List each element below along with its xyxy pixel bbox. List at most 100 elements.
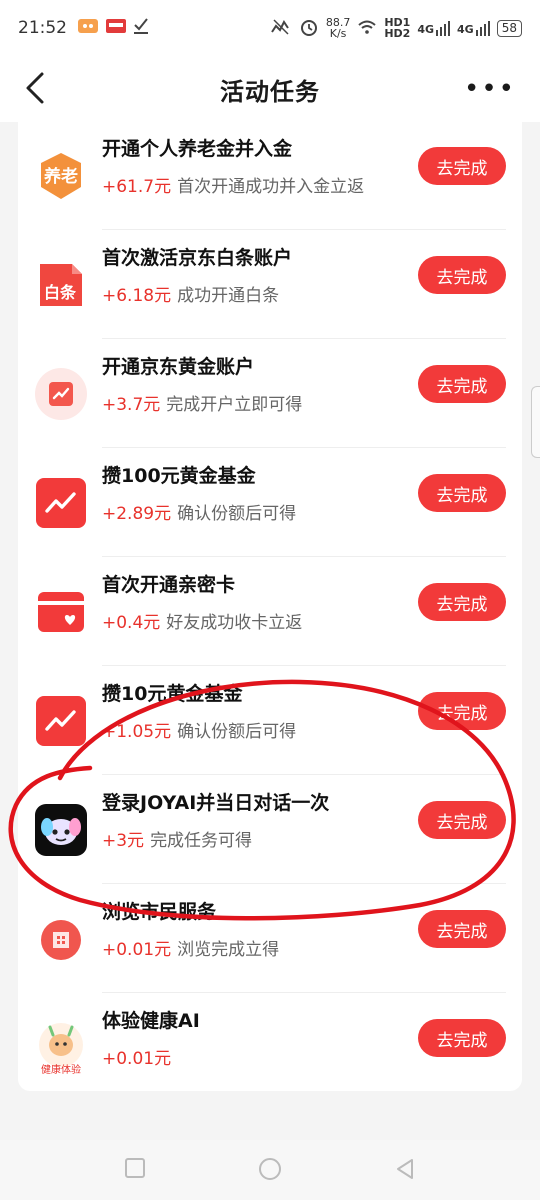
square-icon <box>125 1158 145 1178</box>
task-reward: +3.7元 <box>102 395 161 415</box>
svg-text:白条: 白条 <box>44 283 77 302</box>
task-description: 完成开户立即可得 <box>166 395 303 415</box>
battery-indicator: 58 <box>496 19 522 37</box>
signal-off-icon <box>270 18 292 39</box>
task-reward-line: +0.01元 浏览完成立得 <box>102 935 279 960</box>
scrollbar-thumb[interactable] <box>531 386 540 458</box>
health-ai-icon: 健康体验 <box>34 1021 88 1075</box>
task-reward-line: +0.01元 <box>102 1044 177 1069</box>
back-arrow-icon <box>26 72 44 104</box>
app-notification-icon <box>77 17 99 39</box>
task-reward: +6.18元 <box>102 286 172 306</box>
task-description: 好友成功收卡立返 <box>166 613 303 633</box>
joyai-icon <box>34 803 88 857</box>
triangle-back-icon <box>397 1159 413 1179</box>
more-options-button[interactable]: ••• <box>464 74 516 104</box>
alarm-icon <box>299 17 319 40</box>
complete-task-button[interactable]: 去完成 <box>418 692 506 730</box>
task-row: 养老 开通个人养老金并入金 +61.7元 首次开通成功并入金立返 去完成 <box>18 122 522 230</box>
intimate-card-icon <box>34 585 88 639</box>
wifi-icon <box>357 19 377 38</box>
back-nav-button[interactable] <box>394 1157 416 1185</box>
complete-task-button[interactable]: 去完成 <box>418 910 506 948</box>
fund-chart-icon <box>34 694 88 748</box>
task-reward-line: +3.7元 完成开户立即可得 <box>102 390 302 415</box>
divider <box>102 665 506 666</box>
task-description: 成功开通白条 <box>177 286 280 306</box>
divider <box>102 338 506 339</box>
task-title: 登录JOYAI并当日对话一次 <box>102 792 330 814</box>
task-title: 开通京东黄金账户 <box>102 356 255 378</box>
task-reward: +0.4元 <box>102 613 161 633</box>
task-reward: +0.01元 <box>102 1049 172 1069</box>
task-row: 健康体验 体验健康AI +0.01元 去完成 <box>18 994 522 1102</box>
system-nav-bar <box>0 1140 540 1200</box>
complete-task-button[interactable]: 去完成 <box>418 365 506 403</box>
divider <box>102 556 506 557</box>
fund-chart-icon <box>34 476 88 530</box>
complete-task-button[interactable]: 去完成 <box>418 1019 506 1057</box>
task-title: 攒100元黄金基金 <box>102 465 256 487</box>
status-right: 88.7 K/s HD1 HD2 4G 4G 58 <box>270 17 522 40</box>
header: 活动任务 ••• <box>0 56 540 122</box>
task-description: 浏览完成立得 <box>177 940 280 960</box>
task-reward: +1.05元 <box>102 722 172 742</box>
divider <box>102 992 506 993</box>
citizen-service-icon <box>34 912 88 966</box>
complete-task-button[interactable]: 去完成 <box>418 583 506 621</box>
signal-icon: 4G <box>457 20 490 36</box>
divider <box>102 229 506 230</box>
svg-text:健康体验: 健康体验 <box>41 1063 81 1075</box>
task-title: 开通个人养老金并入金 <box>102 138 293 160</box>
task-title: 首次开通亲密卡 <box>102 574 236 596</box>
task-reward-line: +3元 完成任务可得 <box>102 826 252 851</box>
task-description: 首次开通成功并入金立返 <box>177 177 365 197</box>
task-reward: +0.01元 <box>102 940 172 960</box>
task-reward-line: +0.4元 好友成功收卡立返 <box>102 608 302 633</box>
baitiao-icon: 白条 <box>34 258 88 312</box>
task-reward-line: +6.18元 成功开通白条 <box>102 281 279 306</box>
divider <box>102 447 506 448</box>
task-reward-line: +1.05元 确认份额后可得 <box>102 717 296 742</box>
task-row: 浏览市民服务 +0.01元 浏览完成立得 去完成 <box>18 885 522 993</box>
app-notification-icon <box>105 17 127 39</box>
task-reward: +2.89元 <box>102 504 172 524</box>
task-reward: +3元 <box>102 831 145 851</box>
task-row: 登录JOYAI并当日对话一次 +3元 完成任务可得 去完成 <box>18 776 522 884</box>
status-time: 21:52 <box>18 18 67 38</box>
task-title: 浏览市民服务 <box>102 901 217 923</box>
task-title: 攒10元黄金基金 <box>102 683 243 705</box>
task-row: 开通京东黄金账户 +3.7元 完成开户立即可得 去完成 <box>18 340 522 448</box>
task-reward: +61.7元 <box>102 177 172 197</box>
divider <box>102 883 506 884</box>
status-bar: 21:52 88.7 K/s HD1 HD2 4G 4G 58 <box>0 0 540 56</box>
gold-account-icon <box>34 367 88 421</box>
task-description: 确认份额后可得 <box>177 722 297 742</box>
complete-task-button[interactable]: 去完成 <box>418 801 506 839</box>
back-button[interactable] <box>22 70 52 106</box>
task-title: 首次激活京东白条账户 <box>102 247 293 269</box>
task-list: 养老 开通个人养老金并入金 +61.7元 首次开通成功并入金立返 去完成 白条 首… <box>18 122 522 1091</box>
signal-icon: 4G <box>417 20 451 36</box>
task-row: 首次开通亲密卡 +0.4元 好友成功收卡立返 去完成 <box>18 558 522 666</box>
task-row: 攒100元黄金基金 +2.89元 确认份额后可得 去完成 <box>18 449 522 557</box>
pension-icon: 养老 <box>34 149 88 203</box>
home-button[interactable] <box>258 1157 282 1185</box>
complete-task-button[interactable]: 去完成 <box>418 474 506 512</box>
task-reward-line: +2.89元 确认份额后可得 <box>102 499 296 524</box>
circle-icon <box>259 1158 281 1180</box>
divider <box>102 774 506 775</box>
page-title: 活动任务 <box>220 77 320 106</box>
hd-indicator: HD1 HD2 <box>384 16 411 40</box>
task-row: 攒10元黄金基金 +1.05元 确认份额后可得 去完成 <box>18 667 522 775</box>
task-row: 白条 首次激活京东白条账户 +6.18元 成功开通白条 去完成 <box>18 231 522 339</box>
complete-task-button[interactable]: 去完成 <box>418 256 506 294</box>
net-speed: 88.7 K/s <box>325 16 351 40</box>
svg-text:养老: 养老 <box>43 166 78 187</box>
complete-task-button[interactable]: 去完成 <box>418 147 506 185</box>
task-description: 完成任务可得 <box>150 831 253 851</box>
task-description: 确认份额后可得 <box>177 504 297 524</box>
recent-apps-button[interactable] <box>124 1157 146 1183</box>
task-title: 体验健康AI <box>102 1010 200 1032</box>
download-done-icon <box>133 17 149 39</box>
